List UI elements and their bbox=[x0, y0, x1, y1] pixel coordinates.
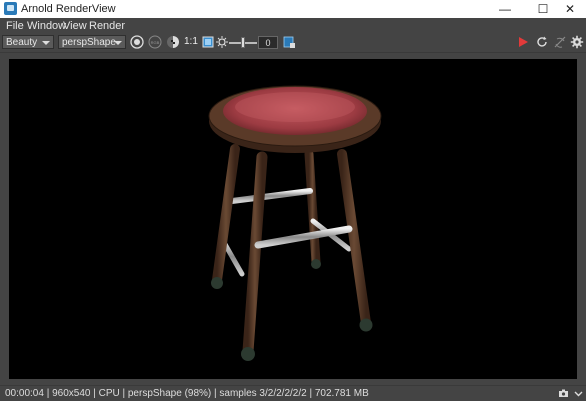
render-play-icon[interactable] bbox=[516, 35, 530, 49]
arnold-app-icon bbox=[4, 2, 17, 15]
svg-text:RGB: RGB bbox=[151, 40, 160, 45]
status-bar: 00:00:04 | 960x540 | CPU | perspShape (9… bbox=[0, 385, 586, 401]
camera-dropdown-value: perspShape bbox=[62, 37, 116, 48]
render-view-panel bbox=[0, 53, 586, 385]
aov-dropdown[interactable]: Beauty bbox=[2, 35, 54, 49]
stool-render-image bbox=[208, 85, 382, 361]
close-button[interactable]: ✕ bbox=[554, 0, 586, 18]
chevron-down-icon bbox=[114, 41, 122, 45]
exposure-icon bbox=[216, 36, 228, 48]
alpha-channel-icon[interactable] bbox=[166, 35, 180, 49]
window-title: Arnold RenderView bbox=[21, 3, 116, 15]
menu-view[interactable]: View bbox=[63, 20, 87, 32]
menu-bar: File Window View Render bbox=[0, 18, 586, 34]
exposure-value-field[interactable]: 0 bbox=[258, 36, 278, 49]
chevron-down-icon bbox=[42, 41, 50, 45]
title-bar: Arnold RenderView — ☐ ✕ bbox=[0, 0, 586, 18]
exposure-slider-handle[interactable] bbox=[241, 37, 245, 48]
menu-window[interactable]: Window bbox=[27, 20, 66, 32]
toolbar: Beauty perspShape RGB 1:1 0 bbox=[0, 34, 586, 53]
menu-file[interactable]: File bbox=[6, 20, 24, 32]
display-settings-icon[interactable] bbox=[130, 35, 144, 49]
menu-render[interactable]: Render bbox=[89, 20, 125, 32]
snapshot-icon[interactable] bbox=[282, 35, 296, 49]
render-status-text: 00:00:04 | 960x540 | CPU | perspShape (9… bbox=[5, 388, 369, 399]
settings-gear-icon[interactable] bbox=[570, 35, 584, 49]
rgb-channel-icon[interactable]: RGB bbox=[148, 35, 162, 49]
camera-icon[interactable] bbox=[558, 388, 569, 399]
minimize-button[interactable]: — bbox=[489, 0, 521, 18]
region-icon[interactable] bbox=[201, 35, 215, 49]
camera-dropdown[interactable]: perspShape bbox=[58, 35, 126, 49]
refresh-icon[interactable] bbox=[535, 35, 549, 49]
render-viewport[interactable] bbox=[9, 59, 577, 379]
aov-dropdown-value: Beauty bbox=[6, 37, 38, 48]
ipr-icon[interactable] bbox=[553, 35, 567, 49]
chevron-down-icon[interactable] bbox=[573, 388, 584, 399]
ratio-label[interactable]: 1:1 bbox=[184, 36, 198, 47]
